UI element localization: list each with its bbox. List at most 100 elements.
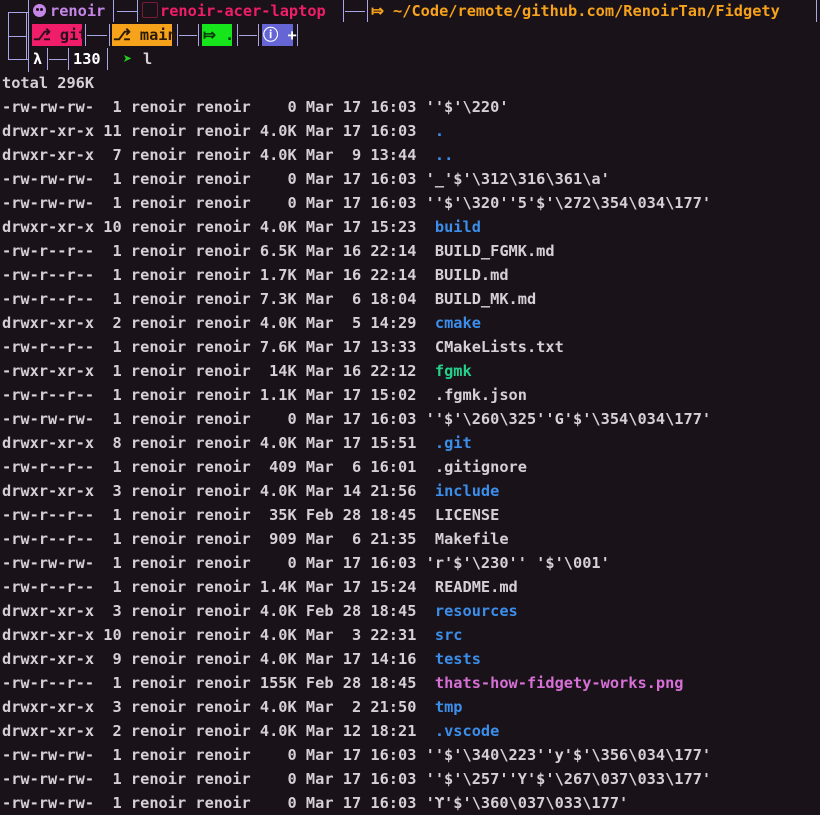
dir-arrow-icon: ⤇ <box>203 26 216 44</box>
separator <box>49 59 67 60</box>
file-metadata: drwxr-xr-x 7 renoir renoir 4.0K Mar 9 13… <box>2 146 435 164</box>
file-metadata: -rw-rw-rw- 1 renoir renoir 0 Mar 17 16:0… <box>2 98 426 116</box>
status-plus: + <box>287 26 297 44</box>
prompt-frame <box>8 59 28 60</box>
separator <box>117 11 137 12</box>
file-row: -rw-r--r-- 1 renoir renoir 1.7K Mar 16 2… <box>2 263 509 287</box>
file-row: drwxr-xr-x 7 renoir renoir 4.0K Mar 9 13… <box>2 143 453 167</box>
prompt-frame <box>8 36 26 37</box>
file-metadata: -rw-r--r-- 1 renoir renoir 6.5K Mar 16 2… <box>2 242 435 260</box>
prompt-frame <box>26 12 27 60</box>
file-metadata: drwxr-xr-x 9 renoir renoir 4.0K Mar 17 1… <box>2 650 435 668</box>
file-row: drwxr-xr-x 10 renoir renoir 4.0K Mar 3 2… <box>2 623 463 647</box>
separator <box>177 24 178 46</box>
file-metadata: drwxr-xr-x 10 renoir renoir 4.0K Mar 3 2… <box>2 626 435 644</box>
file-name: ''$'\340\223''y'$'\356\034\177' <box>425 746 712 764</box>
file-row: -rw-r--r-- 1 renoir renoir 7.3K Mar 6 18… <box>2 287 536 311</box>
directory-name: .vscode <box>434 722 500 740</box>
username: renoir <box>50 2 106 20</box>
prompt-frame <box>8 12 9 60</box>
separator <box>345 11 365 12</box>
file-metadata: drwxr-xr-x 11 renoir renoir 4.0K Mar 17 … <box>2 122 435 140</box>
shell-prompt: renoir renoir-acer-laptop ⤇ ~/Code/remot… <box>0 0 820 72</box>
total-size: total 296K <box>2 74 95 92</box>
branch-icon: ⎇ <box>113 26 131 44</box>
command-input[interactable]: l <box>142 48 153 70</box>
prompt-frame <box>8 12 28 13</box>
separator <box>297 24 298 46</box>
file-row: -rw-rw-rw- 1 renoir renoir 0 Mar 17 16:0… <box>2 191 711 215</box>
host-segment: renoir-acer-laptop <box>141 0 327 22</box>
file-row: -rw-rw-rw- 1 renoir renoir 0 Mar 17 16:0… <box>2 167 610 191</box>
hostname: renoir-acer-laptop <box>160 2 326 20</box>
separator <box>237 24 238 46</box>
directory-name: include <box>434 482 500 500</box>
file-row: -rw-rw-rw- 1 renoir renoir 0 Mar 17 16:0… <box>2 791 628 815</box>
branch-badge: ⎇ main <box>112 24 177 46</box>
file-metadata: -rw-rw-rw- 1 renoir renoir 0 Mar 17 16:0… <box>2 170 426 188</box>
file-row: drwxr-xr-x 2 renoir renoir 4.0K Mar 5 14… <box>2 311 481 335</box>
file-metadata: -rw-r--r-- 1 renoir renoir 35K Feb 28 18… <box>2 506 435 524</box>
separator <box>47 48 48 70</box>
current-path: ~/Code/remote/github.com/RenoirTan/Fidge… <box>393 2 780 20</box>
file-metadata: drwxr-xr-x 8 renoir renoir 4.0K Mar 17 1… <box>2 434 435 452</box>
file-name: ''$'\260\325''G'$'\354\034\177' <box>425 410 712 428</box>
directory-name: tests <box>434 650 481 668</box>
file-row: -rw-r--r-- 1 renoir renoir 35K Feb 28 18… <box>2 503 499 527</box>
file-row: drwxr-xr-x 10 renoir renoir 4.0K Mar 17 … <box>2 215 481 239</box>
file-metadata: -rw-rw-rw- 1 renoir renoir 0 Mar 17 16:0… <box>2 194 426 212</box>
file-name: BUILD_FGMK.md <box>434 242 555 260</box>
separator <box>109 24 110 46</box>
file-name: fgmk <box>434 362 472 380</box>
file-metadata: -rwxr-xr-x 1 renoir renoir 14K Mar 16 22… <box>2 362 435 380</box>
file-row: -rw-r--r-- 1 renoir renoir 7.6K Mar 17 1… <box>2 335 564 359</box>
file-metadata: drwxr-xr-x 3 renoir renoir 4.0K Feb 28 1… <box>2 602 435 620</box>
file-name: BUILD_MK.md <box>434 290 537 308</box>
branch-icon: ⎇ <box>33 26 51 44</box>
file-row: -rw-rw-rw- 1 renoir renoir 0 Mar 17 16:0… <box>2 95 509 119</box>
file-metadata: -rw-rw-rw- 1 renoir renoir 0 Mar 17 16:0… <box>2 410 426 428</box>
file-row: -rw-r--r-- 1 renoir renoir 1.1K Mar 17 1… <box>2 383 527 407</box>
file-metadata: -rw-r--r-- 1 renoir renoir 409 Mar 6 16:… <box>2 458 435 476</box>
face-icon <box>33 4 46 17</box>
status-badge: ⓘ + <box>262 24 297 46</box>
file-row: drwxr-xr-x 9 renoir renoir 4.0K Mar 17 1… <box>2 647 481 671</box>
directory-name: .. <box>434 146 454 164</box>
file-row: -rw-rw-rw- 1 renoir renoir 0 Mar 17 16:0… <box>2 407 711 431</box>
file-metadata: -rw-r--r-- 1 renoir renoir 1.7K Mar 16 2… <box>2 266 435 284</box>
separator <box>85 24 86 46</box>
file-metadata: -rw-r--r-- 1 renoir renoir 1.1K Mar 17 1… <box>2 386 435 404</box>
file-name: thats-how-fidgety-works.png <box>434 674 684 692</box>
file-metadata: drwxr-xr-x 3 renoir renoir 4.0K Mar 14 2… <box>2 482 435 500</box>
directory-name: cmake <box>434 314 481 332</box>
prompt-arrow-icon: ➤ <box>123 50 133 68</box>
file-metadata: -rw-rw-rw- 1 renoir renoir 0 Mar 17 16:0… <box>2 794 426 812</box>
file-name: Makefile <box>434 530 509 548</box>
separator <box>343 0 344 22</box>
file-name: ''$'\220' <box>425 98 509 116</box>
file-name: CMakeLists.txt <box>434 338 564 356</box>
file-metadata: -rw-r--r-- 1 renoir renoir 155K Feb 28 1… <box>2 674 435 692</box>
separator <box>258 24 259 46</box>
file-row: drwxr-xr-x 2 renoir renoir 4.0K Mar 12 1… <box>2 719 499 743</box>
separator <box>113 0 114 22</box>
separator <box>179 35 197 36</box>
directory-name: src <box>434 626 463 644</box>
exit-code: 130 <box>73 50 101 68</box>
file-name: LICENSE <box>434 506 500 524</box>
separator <box>137 0 138 22</box>
separator <box>367 0 368 22</box>
file-row: drwxr-xr-x 8 renoir renoir 4.0K Mar 17 1… <box>2 431 472 455</box>
file-name: 'r'$'\230'' '$'\001' <box>425 554 610 572</box>
directory-name: tmp <box>434 698 463 716</box>
file-metadata: drwxr-xr-x 3 renoir renoir 4.0K Mar 2 21… <box>2 698 435 716</box>
file-name: .fgmk.json <box>434 386 527 404</box>
file-metadata: drwxr-xr-x 2 renoir renoir 4.0K Mar 12 1… <box>2 722 435 740</box>
separator <box>107 48 108 70</box>
path-arrow-icon: ⤇ <box>371 2 384 20</box>
file-row: -rw-r--r-- 1 renoir renoir 409 Mar 6 16:… <box>2 455 527 479</box>
lambda-icon: λ <box>33 50 43 68</box>
git-badge: ⎇ git <box>32 24 88 46</box>
terminal-window[interactable]: renoir renoir-acer-laptop ⤇ ~/Code/remot… <box>0 0 820 814</box>
file-metadata: drwxr-xr-x 2 renoir renoir 4.0K Mar 5 14… <box>2 314 435 332</box>
